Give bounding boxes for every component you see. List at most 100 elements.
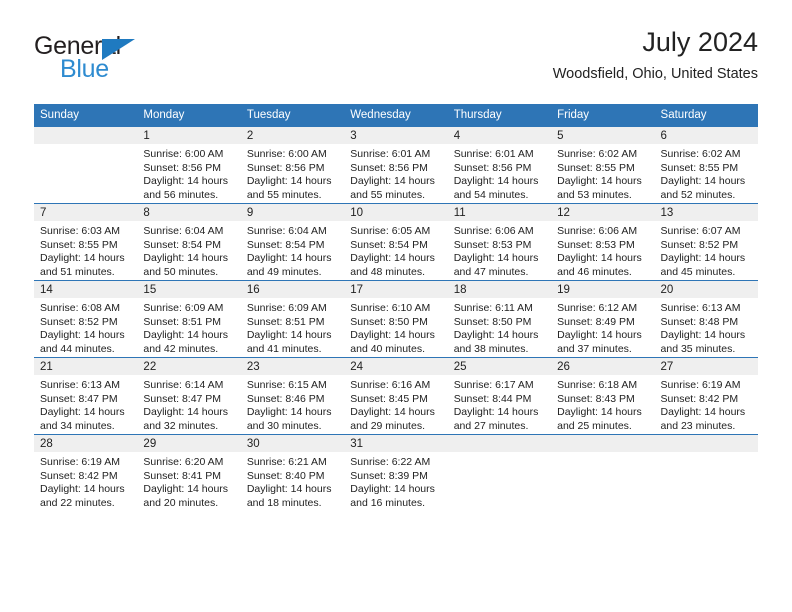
sunrise-time: Sunrise: 6:14 AM (143, 379, 224, 391)
day-number: 31 (344, 435, 448, 452)
weekday-header-row: Sunday Monday Tuesday Wednesday Thursday… (34, 104, 758, 127)
logo-text-blue: Blue (60, 55, 109, 83)
calendar-day-cell[interactable]: 10 Sunrise: 6:05 AM Sunset: 8:54 PM Dayligh… (344, 203, 448, 281)
day-details: Sunrise: 6:19 AM Sunset: 8:42 PM Daylight:… (34, 452, 137, 510)
day-details: Sunrise: 6:21 AM Sunset: 8:40 PM Daylight:… (241, 452, 344, 510)
day-number: 13 (654, 204, 758, 221)
daylight-duration-line2: and 55 minutes. (246, 188, 322, 201)
day-details: Sunrise: 6:11 AM Sunset: 8:50 PM Daylight:… (448, 298, 551, 356)
daylight-duration-line2: and 49 minutes. (246, 265, 322, 278)
sunset-time: Sunset: 8:47 PM (40, 392, 118, 405)
day-number: 2 (240, 127, 345, 144)
calendar-day-cell[interactable]: 13 Sunrise: 6:07 AM Sunset: 8:52 PM Dayligh… (654, 203, 758, 281)
sunset-time: Sunset: 8:50 PM (350, 315, 428, 328)
calendar-day-cell[interactable]: 21 Sunrise: 6:13 AM Sunset: 8:47 PM Dayligh… (34, 357, 138, 435)
sunrise-time: Sunrise: 6:12 AM (557, 302, 638, 314)
calendar-day-cell[interactable]: 14 Sunrise: 6:08 AM Sunset: 8:52 PM Dayligh… (34, 280, 138, 358)
calendar-day-cell[interactable]: 15 Sunrise: 6:09 AM Sunset: 8:51 PM Dayligh… (137, 280, 241, 358)
day-number-empty (551, 435, 655, 452)
calendar-day-cell[interactable]: 11 Sunrise: 6:06 AM Sunset: 8:53 PM Dayligh… (447, 203, 552, 281)
calendar-day-cell[interactable]: 30 Sunrise: 6:21 AM Sunset: 8:40 PM Dayligh… (240, 434, 345, 511)
calendar-day-cell[interactable]: 26 Sunrise: 6:18 AM Sunset: 8:43 PM Dayligh… (551, 357, 655, 435)
weekday-header-friday: Friday (551, 104, 655, 127)
sunrise-time: Sunrise: 6:20 AM (143, 456, 224, 468)
daylight-duration-line1: Daylight: 14 hours (557, 329, 642, 342)
calendar-day-cell[interactable]: 12 Sunrise: 6:06 AM Sunset: 8:53 PM Dayligh… (551, 203, 655, 281)
calendar-empty-cell (34, 126, 138, 204)
weekday-header-saturday: Saturday (654, 104, 758, 127)
daylight-duration-line2: and 34 minutes. (40, 419, 115, 432)
sunrise-time: Sunrise: 6:13 AM (40, 379, 120, 391)
calendar-day-cell[interactable]: 19 Sunrise: 6:12 AM Sunset: 8:49 PM Dayligh… (551, 280, 655, 358)
day-number: 16 (240, 281, 345, 298)
calendar-week-row: 1 Sunrise: 6:00 AM Sunset: 8:56 PM Daylight… (34, 126, 758, 204)
calendar-day-cell[interactable]: 16 Sunrise: 6:09 AM Sunset: 8:51 PM Dayligh… (240, 280, 345, 358)
daylight-duration-line1: Daylight: 14 hours (246, 252, 332, 265)
day-number-empty (654, 435, 758, 452)
day-number: 1 (137, 127, 241, 144)
daylight-duration-line1: Daylight: 14 hours (246, 175, 332, 188)
daylight-duration-line2: and 18 minutes. (246, 496, 322, 509)
sunset-time: Sunset: 8:54 PM (246, 238, 325, 251)
calendar-week-row: 7 Sunrise: 6:03 AM Sunset: 8:55 PM Daylight… (34, 203, 758, 281)
calendar-day-cell[interactable]: 25 Sunrise: 6:17 AM Sunset: 8:44 PM Dayligh… (447, 357, 552, 435)
sunset-time: Sunset: 8:55 PM (557, 161, 635, 174)
calendar-day-cell[interactable]: 1 Sunrise: 6:00 AM Sunset: 8:56 PM Daylight… (137, 126, 241, 204)
daylight-duration-line2: and 44 minutes. (40, 342, 115, 355)
daylight-duration-line2: and 52 minutes. (660, 188, 736, 201)
sunset-time: Sunset: 8:42 PM (660, 392, 739, 405)
calendar-day-cell[interactable]: 22 Sunrise: 6:14 AM Sunset: 8:47 PM Dayligh… (137, 357, 241, 435)
calendar-day-cell[interactable]: 5 Sunrise: 6:02 AM Sunset: 8:55 PM Daylight… (551, 126, 655, 204)
calendar-empty-cell (654, 434, 758, 511)
page-title: July 2024 (642, 27, 758, 57)
sunrise-time: Sunrise: 6:10 AM (350, 302, 431, 314)
sunset-time: Sunset: 8:56 PM (143, 161, 222, 174)
calendar-day-cell[interactable]: 17 Sunrise: 6:10 AM Sunset: 8:50 PM Dayligh… (344, 280, 448, 358)
sunrise-time: Sunrise: 6:01 AM (350, 148, 431, 160)
calendar-day-cell[interactable]: 27 Sunrise: 6:19 AM Sunset: 8:42 PM Dayligh… (654, 357, 758, 435)
calendar-day-cell[interactable]: 18 Sunrise: 6:11 AM Sunset: 8:50 PM Dayligh… (447, 280, 552, 358)
daylight-duration-line2: and 48 minutes. (350, 265, 425, 278)
daylight-duration-line2: and 55 minutes. (350, 188, 425, 201)
sunrise-time: Sunrise: 6:04 AM (246, 225, 327, 237)
sunset-time: Sunset: 8:51 PM (246, 315, 325, 328)
daylight-duration-line1: Daylight: 14 hours (143, 329, 229, 342)
day-details: Sunrise: 6:00 AM Sunset: 8:56 PM Daylight:… (241, 144, 344, 202)
calendar-day-cell[interactable]: 2 Sunrise: 6:00 AM Sunset: 8:56 PM Daylight… (240, 126, 345, 204)
day-details: Sunrise: 6:09 AM Sunset: 8:51 PM Daylight:… (241, 298, 344, 356)
day-number: 26 (551, 358, 655, 375)
daylight-duration-line2: and 35 minutes. (660, 342, 736, 355)
day-number: 20 (654, 281, 758, 298)
calendar-day-cell[interactable]: 4 Sunrise: 6:01 AM Sunset: 8:56 PM Daylight… (447, 126, 552, 204)
day-number: 5 (551, 127, 655, 144)
day-details: Sunrise: 6:06 AM Sunset: 8:53 PM Daylight:… (551, 221, 654, 279)
calendar-day-cell[interactable]: 20 Sunrise: 6:13 AM Sunset: 8:48 PM Dayligh… (654, 280, 758, 358)
daylight-duration-line2: and 29 minutes. (350, 419, 425, 432)
calendar-day-cell[interactable]: 9 Sunrise: 6:04 AM Sunset: 8:54 PM Daylight… (240, 203, 345, 281)
calendar-day-cell[interactable]: 8 Sunrise: 6:04 AM Sunset: 8:54 PM Daylight… (137, 203, 241, 281)
sunrise-time: Sunrise: 6:13 AM (660, 302, 741, 314)
sunrise-time: Sunrise: 6:06 AM (453, 225, 534, 237)
day-details: Sunrise: 6:04 AM Sunset: 8:54 PM Daylight:… (137, 221, 240, 279)
day-details: Sunrise: 6:00 AM Sunset: 8:56 PM Daylight:… (137, 144, 240, 202)
day-details: Sunrise: 6:12 AM Sunset: 8:49 PM Daylight:… (551, 298, 654, 356)
daylight-duration-line1: Daylight: 14 hours (453, 406, 539, 419)
day-number: 4 (447, 127, 552, 144)
day-details: Sunrise: 6:14 AM Sunset: 8:47 PM Daylight:… (137, 375, 240, 433)
calendar-day-cell[interactable]: 23 Sunrise: 6:15 AM Sunset: 8:46 PM Dayligh… (240, 357, 345, 435)
calendar-day-cell[interactable]: 7 Sunrise: 6:03 AM Sunset: 8:55 PM Daylight… (34, 203, 138, 281)
daylight-duration-line1: Daylight: 14 hours (557, 252, 642, 265)
calendar-day-cell[interactable]: 6 Sunrise: 6:02 AM Sunset: 8:55 PM Daylight… (654, 126, 758, 204)
calendar-day-cell[interactable]: 31 Sunrise: 6:22 AM Sunset: 8:39 PM Dayligh… (344, 434, 448, 511)
sunset-time: Sunset: 8:53 PM (557, 238, 635, 251)
calendar-day-cell[interactable]: 28 Sunrise: 6:19 AM Sunset: 8:42 PM Dayligh… (34, 434, 138, 511)
daylight-duration-line1: Daylight: 14 hours (660, 175, 746, 188)
calendar-day-cell[interactable]: 29 Sunrise: 6:20 AM Sunset: 8:41 PM Dayligh… (137, 434, 241, 511)
calendar-day-cell[interactable]: 3 Sunrise: 6:01 AM Sunset: 8:56 PM Daylight… (344, 126, 448, 204)
daylight-duration-line2: and 16 minutes. (350, 496, 425, 509)
daylight-duration-line1: Daylight: 14 hours (453, 252, 539, 265)
sunset-time: Sunset: 8:54 PM (350, 238, 428, 251)
daylight-duration-line1: Daylight: 14 hours (246, 406, 332, 419)
day-details: Sunrise: 6:10 AM Sunset: 8:50 PM Daylight:… (344, 298, 447, 356)
calendar-day-cell[interactable]: 24 Sunrise: 6:16 AM Sunset: 8:45 PM Dayligh… (344, 357, 448, 435)
